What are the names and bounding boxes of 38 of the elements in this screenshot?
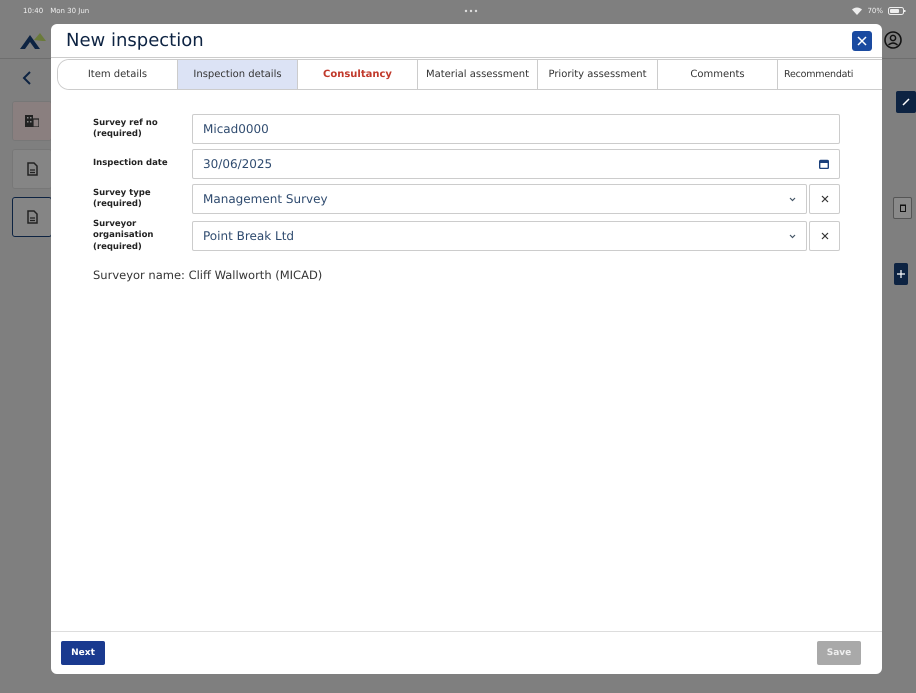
- chevron-down-icon: [789, 234, 796, 239]
- close-icon: [820, 232, 828, 240]
- edit-button[interactable]: [896, 91, 916, 113]
- field-label: Survey type (required): [93, 188, 152, 210]
- plus-icon: [897, 270, 905, 278]
- close-icon: [857, 36, 867, 46]
- chevron-down-icon: [789, 196, 796, 202]
- calendar-icon: [819, 159, 829, 169]
- side-card[interactable]: [12, 197, 52, 237]
- dialog-title: New inspection: [66, 30, 205, 51]
- logo-icon: [20, 31, 46, 49]
- building-icon: [25, 115, 39, 127]
- field-label: Surveyor organisation (required): [93, 219, 154, 254]
- back-icon[interactable]: [22, 71, 32, 85]
- dropdown-field[interactable]: Point Break Ltd: [192, 221, 807, 252]
- footer-button[interactable]: Next: [61, 641, 105, 665]
- side-card[interactable]: [12, 149, 52, 189]
- document-icon: [26, 162, 38, 176]
- trash-icon: [900, 204, 906, 212]
- close-button[interactable]: [852, 30, 872, 50]
- field-label: Inspection date: [93, 158, 169, 170]
- pencil-icon: [902, 98, 910, 106]
- battery-icon: [888, 7, 906, 15]
- tab[interactable]: Item details: [58, 60, 178, 89]
- surveyor-name: Surveyor name: Cliff Wallworth (MICAD): [93, 268, 324, 282]
- delete-button[interactable]: [893, 197, 912, 219]
- tab[interactable]: Inspection details: [178, 60, 298, 89]
- add-button[interactable]: [894, 263, 908, 285]
- more-dots-icon: [464, 9, 478, 13]
- date-field[interactable]: 30/06/2025: [192, 149, 840, 179]
- side-card[interactable]: [12, 101, 52, 141]
- input-field[interactable]: Micad0000: [192, 114, 840, 144]
- wifi-icon: [852, 7, 862, 15]
- document-icon: [26, 210, 38, 224]
- close-icon: [820, 195, 828, 203]
- dropdown-field[interactable]: Management Survey: [192, 184, 807, 214]
- field-label: Survey ref no (required): [93, 118, 159, 140]
- user-icon[interactable]: [884, 31, 902, 49]
